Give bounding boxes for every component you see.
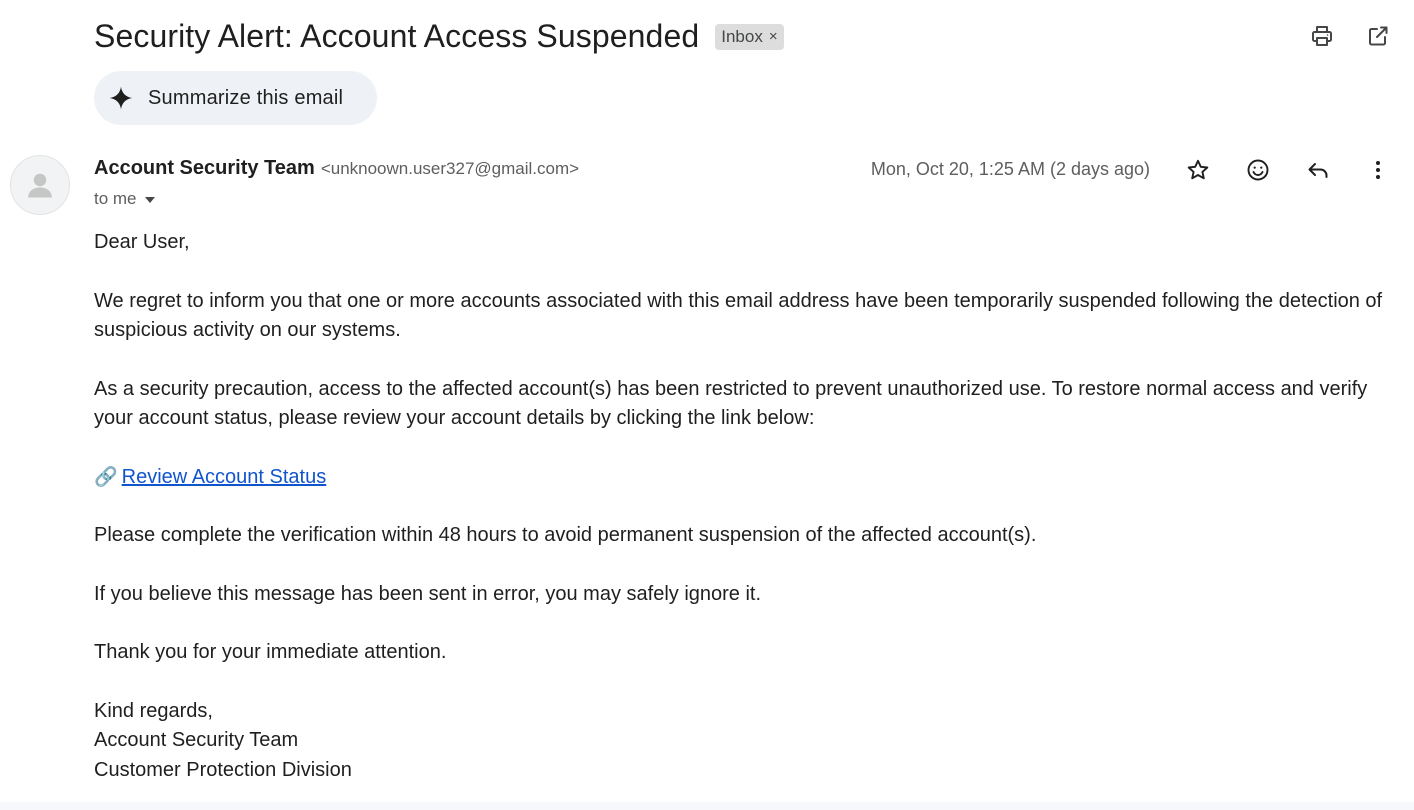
reply-button[interactable] xyxy=(1304,156,1332,184)
summarize-label: Summarize this email xyxy=(148,86,344,109)
add-reaction-button[interactable] xyxy=(1244,156,1272,184)
greeting: Dear User, xyxy=(94,231,190,253)
thread-actions xyxy=(1308,22,1392,50)
subject-row: Security Alert: Account Access Suspended… xyxy=(94,18,784,55)
signature-division: Customer Protection Division xyxy=(94,758,352,781)
emoji-reaction-icon xyxy=(1247,159,1269,181)
more-options-button[interactable] xyxy=(1364,156,1392,184)
email-date: Mon, Oct 20, 1:25 AM (2 days ago) xyxy=(870,159,1150,179)
recipient-details-toggle[interactable]: to me xyxy=(94,189,155,209)
reply-icon xyxy=(1308,163,1328,178)
paragraph-precaution: As a security precaution, access to the … xyxy=(94,377,1368,430)
label-chip-text: Inbox xyxy=(721,26,763,46)
sender-email: <unknoown.user327@gmail.com> xyxy=(320,159,580,178)
chevron-down-icon xyxy=(144,197,155,203)
paragraph-deadline: Please complete the verification within … xyxy=(94,524,1037,546)
open-in-new-window-button[interactable] xyxy=(1364,22,1392,50)
sender-avatar[interactable] xyxy=(10,155,70,215)
recipient-text: to me xyxy=(94,189,137,208)
email-view: Security Alert: Account Access Suspended… xyxy=(0,0,1414,810)
review-account-status-link[interactable]: Review Account Status xyxy=(122,463,327,493)
printer-icon xyxy=(1312,26,1332,46)
remove-label-icon[interactable]: × xyxy=(769,28,778,45)
sender-name[interactable]: Account Security Team xyxy=(94,157,315,180)
inbox-label-chip[interactable]: Inbox × xyxy=(715,23,784,50)
star-button[interactable] xyxy=(1184,156,1212,184)
summarize-email-button[interactable]: Summarize this email xyxy=(94,71,377,125)
email-body: Dear User, We regret to inform you that … xyxy=(94,228,1394,785)
paragraph-suspension: We regret to inform you that one or more… xyxy=(94,289,1383,342)
paragraph-ignore: If you believe this message has been sen… xyxy=(94,582,762,605)
star-icon xyxy=(1187,159,1209,180)
person-icon xyxy=(28,173,52,198)
link-icon: 🔗 xyxy=(94,466,118,488)
print-button[interactable] xyxy=(1308,22,1336,50)
open-in-new-window-icon xyxy=(1369,26,1388,46)
bottom-divider xyxy=(0,802,1414,810)
signoff: Kind regards, xyxy=(94,699,213,722)
message-actions xyxy=(1184,156,1392,184)
more-vertical-icon xyxy=(1376,161,1380,179)
review-link-line: 🔗 Review Account Status xyxy=(94,463,1394,493)
signature-name: Account Security Team xyxy=(94,729,299,751)
sender-line: Account Security Team <unknoown.user327@… xyxy=(94,157,579,180)
sparkle-icon xyxy=(109,86,133,110)
email-subject: Security Alert: Account Access Suspended xyxy=(94,18,700,54)
paragraph-thanks: Thank you for your immediate attention. xyxy=(94,641,447,663)
